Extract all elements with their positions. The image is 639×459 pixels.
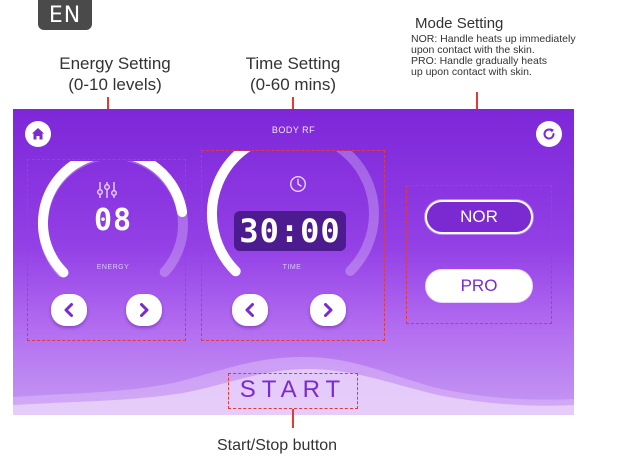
start-callout-line [292,409,294,428]
time-label: TIME [282,264,302,271]
energy-increase-button[interactable] [126,294,162,326]
start-stop-callout: Start/Stop button [217,437,338,454]
energy-value: 08 [93,203,133,238]
mode-pro-button[interactable]: PRO [425,269,533,303]
energy-label: ENERGY [96,264,130,271]
energy-callout-title: Energy Setting [59,54,171,73]
time-decrease-button[interactable] [232,294,268,326]
mode-callout-description: NOR: Handle heats up immediately upon co… [411,34,576,78]
energy-callout: Energy Setting (0-10 levels) [40,53,190,95]
refresh-button[interactable] [536,121,562,147]
time-callout-title: Time Setting [245,54,341,73]
time-increase-button[interactable] [310,294,346,326]
chevron-left-icon [64,303,73,317]
chevron-left-icon [245,303,254,317]
time-callout-range: (0-60 mins) [250,75,336,94]
time-callout: Time Setting (0-60 mins) [218,53,368,95]
chevron-right-icon [140,303,149,317]
time-display: 30:00 [234,211,346,251]
refresh-icon [543,128,555,140]
chevron-right-icon [324,303,333,317]
clock-icon [289,175,307,193]
sliders-icon [97,182,117,198]
start-button[interactable]: START [228,376,358,404]
home-button[interactable] [25,121,51,147]
language-badge[interactable]: EN [38,0,92,30]
mode-desc-line: up upon contact with skin. [411,66,532,78]
mode-callout-title: Mode Setting [415,15,504,32]
mode-nor-button[interactable]: NOR [425,200,533,234]
home-icon [32,128,44,140]
device-screen: BODY RF 08 ENERGY 30:00 TIME NOR PRO [13,109,574,415]
energy-callout-range: (0-10 levels) [68,75,162,94]
energy-decrease-button[interactable] [51,294,87,326]
screen-title: BODY RF [271,125,316,135]
